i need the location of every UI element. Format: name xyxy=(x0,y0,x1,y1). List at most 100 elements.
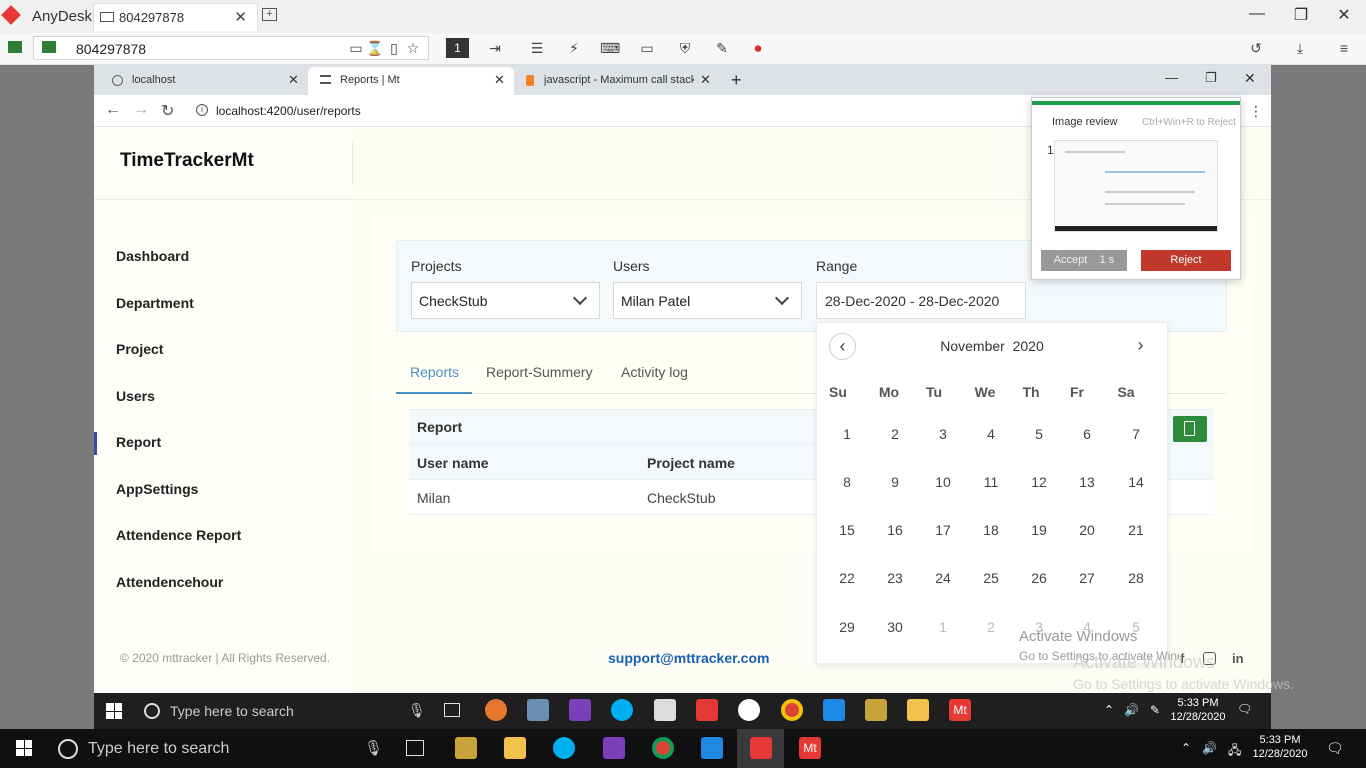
mt-app-icon[interactable]: Mt xyxy=(949,699,971,721)
range-input[interactable]: 28-Dec-2020 - 28-Dec-2020 xyxy=(816,282,1026,319)
task-view-icon[interactable] xyxy=(444,703,460,717)
clock-app-icon[interactable] xyxy=(738,699,760,721)
tool-app-icon[interactable] xyxy=(455,737,477,759)
tab-activity-log[interactable]: Activity log xyxy=(621,364,688,380)
datepicker-day[interactable]: 1 xyxy=(827,426,867,442)
vscode-icon[interactable] xyxy=(823,699,845,721)
display-icon[interactable]: ▭ xyxy=(637,39,657,57)
browser-restore-icon[interactable]: ❐ xyxy=(1205,70,1217,86)
browser-close-icon[interactable]: ✕ xyxy=(1244,70,1256,87)
favorite-star-icon[interactable]: ☆ xyxy=(403,39,423,57)
linkedin-icon[interactable]: in xyxy=(1232,651,1244,666)
datepicker-day[interactable]: 22 xyxy=(827,570,867,586)
minimize-icon[interactable]: — xyxy=(1247,5,1267,23)
start-windows-icon[interactable] xyxy=(106,703,122,719)
datepicker-day[interactable]: 5 xyxy=(1019,426,1059,442)
support-email-link[interactable]: support@mttracker.com xyxy=(608,650,769,666)
sidebar-item-attendence-report[interactable]: Attendence Report xyxy=(116,527,241,543)
local-clock[interactable]: 5:33 PM 12/28/2020 xyxy=(1248,733,1312,761)
datepicker-month-year[interactable]: November 2020 xyxy=(880,338,1104,354)
tab-reports[interactable]: Reports xyxy=(410,364,459,380)
vscode-icon[interactable] xyxy=(701,737,723,759)
datepicker-day[interactable]: 21 xyxy=(1116,522,1156,538)
sidebar-item-department[interactable]: Department xyxy=(116,295,194,311)
datepicker-month[interactable]: November xyxy=(940,338,1005,354)
close-icon[interactable]: ✕ xyxy=(1334,5,1354,25)
chrome-icon[interactable] xyxy=(781,699,803,721)
datepicker-day[interactable]: 15 xyxy=(827,522,867,538)
anydesk-session-tab[interactable]: 804297878 ✕ xyxy=(93,3,258,31)
tool-app-icon[interactable] xyxy=(865,699,887,721)
datepicker-day[interactable]: 10 xyxy=(923,474,963,490)
datepicker-day[interactable]: 23 xyxy=(875,570,915,586)
datepicker-day[interactable]: 9 xyxy=(875,474,915,490)
datepicker-day[interactable]: 11 xyxy=(971,474,1011,490)
skype-icon[interactable] xyxy=(553,737,575,759)
sidebar-item-dashboard[interactable]: Dashboard xyxy=(116,248,189,264)
datepicker-day[interactable]: 20 xyxy=(1067,522,1107,538)
network-app-icon[interactable] xyxy=(527,699,549,721)
network-icon[interactable]: 🖧 xyxy=(1228,741,1241,762)
notifications-icon[interactable]: 🗨 xyxy=(1326,740,1344,757)
datepicker-day[interactable]: 8 xyxy=(827,474,867,490)
close-tab-icon[interactable]: ✕ xyxy=(288,72,299,88)
tray-chevron-icon[interactable]: ⌃ xyxy=(1104,703,1114,717)
taskbar-search-input[interactable]: Type here to search xyxy=(170,703,294,719)
close-tab-icon[interactable]: ✕ xyxy=(234,8,247,26)
datepicker-day[interactable]: 7 xyxy=(1116,426,1156,442)
browser-tab-localhost[interactable]: localhost ✕ xyxy=(100,67,308,95)
accept-button[interactable]: Accept 1 s xyxy=(1041,250,1127,271)
datepicker-day[interactable]: 27 xyxy=(1067,570,1107,586)
datepicker-day[interactable]: 4 xyxy=(971,426,1011,442)
datepicker-day[interactable]: 2 xyxy=(875,426,915,442)
search-icon[interactable] xyxy=(144,703,160,719)
users-select[interactable]: Milan Patel xyxy=(613,282,802,319)
remote-clock[interactable]: 5:33 PM 12/28/2020 xyxy=(1168,696,1228,724)
datepicker-day[interactable]: 19 xyxy=(1019,522,1059,538)
visual-studio-icon[interactable] xyxy=(569,699,591,721)
anydesk-taskbar-icon[interactable] xyxy=(750,737,772,759)
datepicker-day[interactable]: 29 xyxy=(827,619,867,635)
file-icon[interactable]: ▯ xyxy=(384,39,404,57)
shield-icon[interactable]: ⛨ xyxy=(675,39,695,57)
tray-chevron-icon[interactable]: ⌃ xyxy=(1181,741,1191,755)
file-explorer-icon[interactable] xyxy=(907,699,929,721)
datepicker-day[interactable]: 13 xyxy=(1067,474,1107,490)
prev-month-icon[interactable]: ‹ xyxy=(829,333,856,360)
start-windows-icon[interactable] xyxy=(16,740,32,756)
datepicker-day[interactable]: 24 xyxy=(923,570,963,586)
microphone-icon[interactable]: 🎙 xyxy=(364,739,383,757)
display-settings-icon[interactable]: ▭ xyxy=(346,39,366,57)
keyboard-icon[interactable]: ⌨ xyxy=(600,39,620,57)
datepicker-day[interactable]: 1 xyxy=(923,619,963,635)
new-tab-icon[interactable]: + xyxy=(731,70,742,91)
site-info-icon[interactable]: i xyxy=(196,104,208,116)
sidebar-item-report[interactable]: Report xyxy=(116,434,161,450)
reload-icon[interactable]: ↻ xyxy=(161,101,174,121)
chat-icon[interactable]: ☰ xyxy=(527,39,547,57)
photos-icon[interactable] xyxy=(654,699,676,721)
datepicker-day[interactable]: 2 xyxy=(971,619,1011,635)
url-bar[interactable]: localhost:4200/user/reports xyxy=(216,104,361,118)
datepicker-day[interactable]: 3 xyxy=(923,426,963,442)
sidebar-item-appsettings[interactable]: AppSettings xyxy=(116,481,198,497)
mt-app-icon[interactable]: Mt xyxy=(799,737,821,759)
transfer-icon[interactable]: ⇥ xyxy=(485,39,505,57)
datepicker-day[interactable]: 30 xyxy=(875,619,915,635)
new-session-icon[interactable]: + xyxy=(262,8,277,21)
browser-menu-icon[interactable]: ⋮ xyxy=(1249,103,1263,120)
brand-logo[interactable]: TimeTrackerMt xyxy=(120,150,254,172)
chrome-icon[interactable] xyxy=(652,737,674,759)
task-view-icon[interactable] xyxy=(406,740,424,756)
local-search-input[interactable]: Type here to search xyxy=(88,740,229,758)
file-explorer-icon[interactable] xyxy=(504,737,526,759)
datepicker-day[interactable]: 12 xyxy=(1019,474,1059,490)
history-icon[interactable]: ↺ xyxy=(1246,39,1266,57)
datepicker-year[interactable]: 2020 xyxy=(1013,338,1044,354)
forward-icon[interactable]: → xyxy=(133,101,149,119)
visual-studio-icon[interactable] xyxy=(603,737,625,759)
monitor-selector-button[interactable]: 1 xyxy=(446,38,469,58)
volume-icon[interactable]: 🔊 xyxy=(1202,741,1217,755)
datepicker-day[interactable]: 28 xyxy=(1116,570,1156,586)
notifications-icon[interactable]: 🗨 xyxy=(1237,702,1252,716)
